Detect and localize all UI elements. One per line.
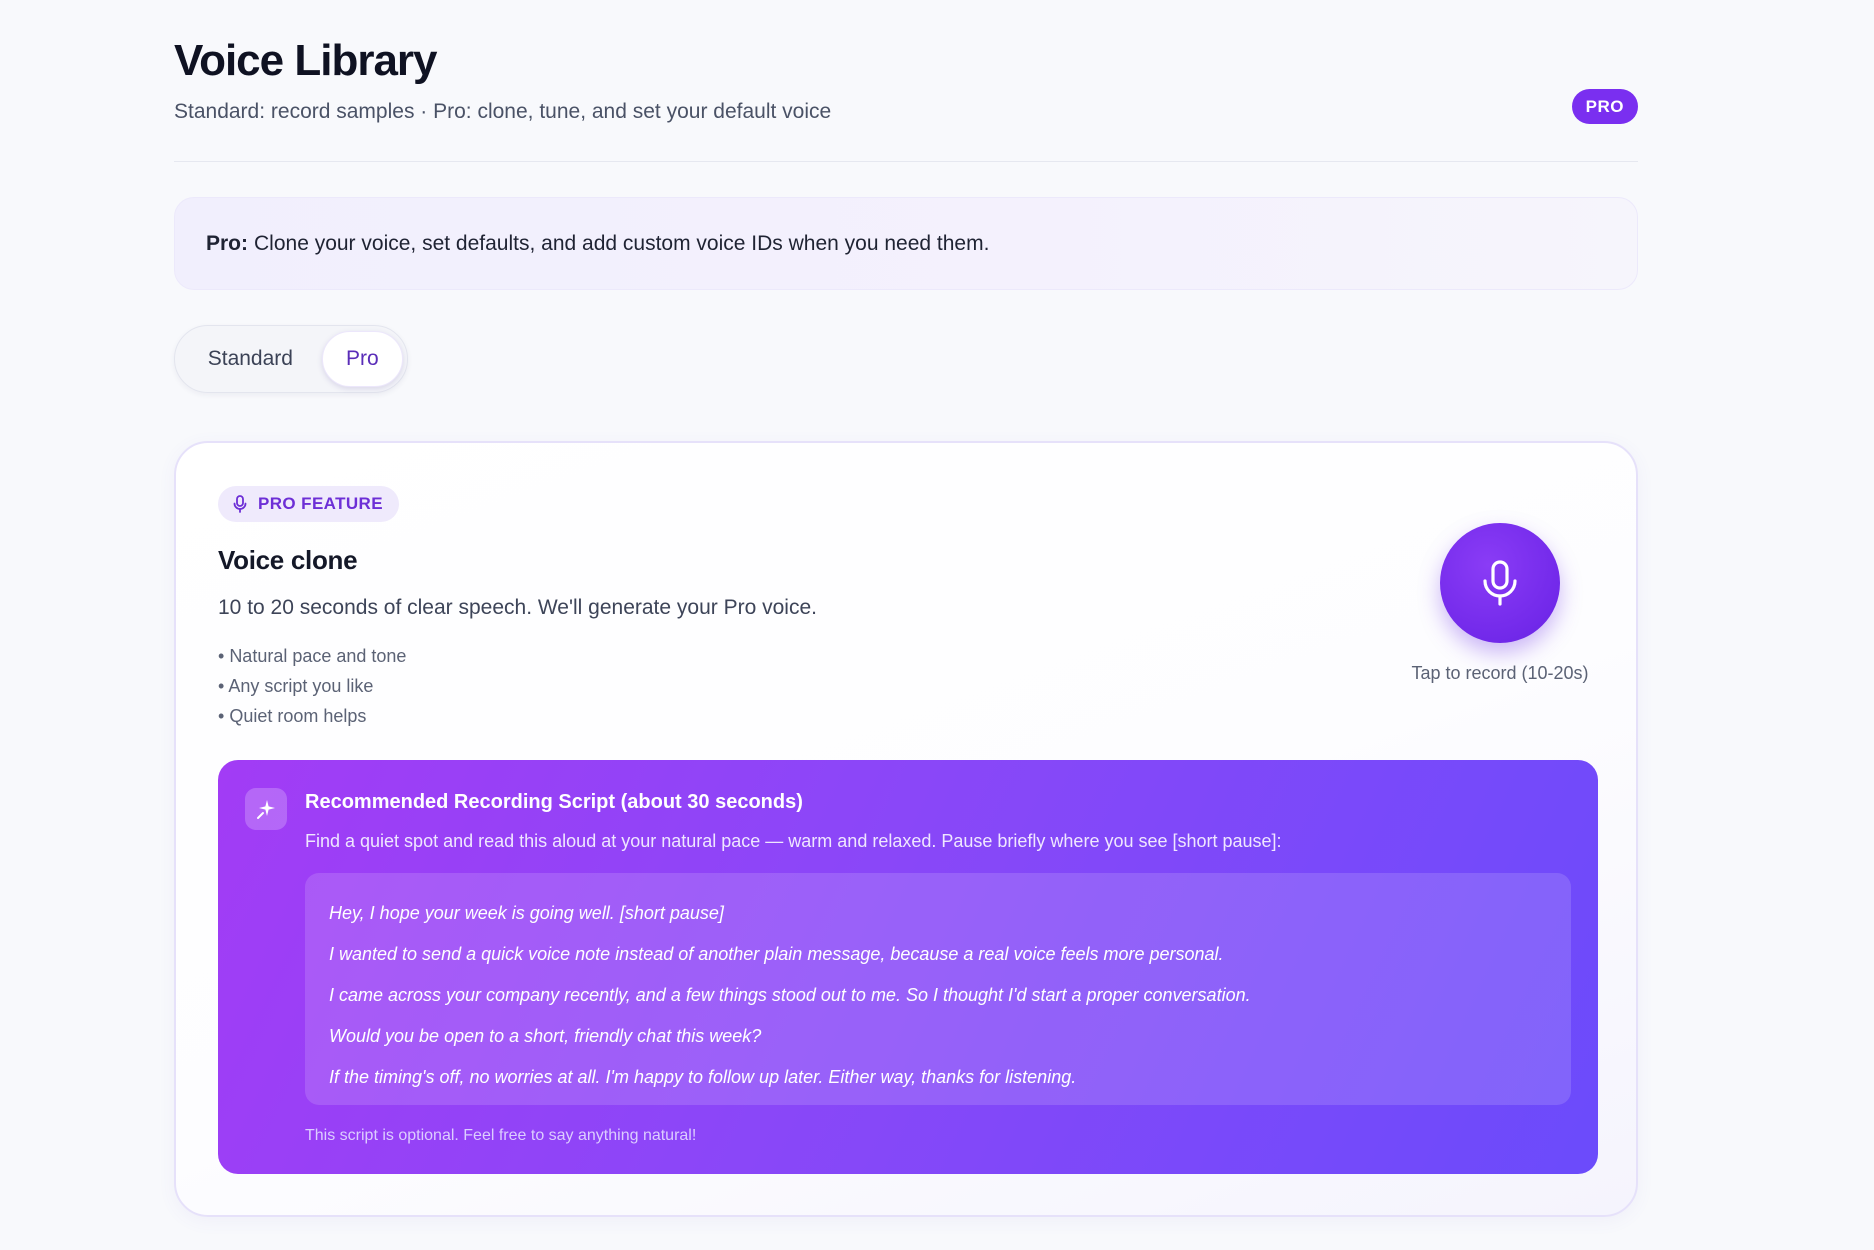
banner-lead: Pro: [206, 231, 248, 255]
voice-clone-title: Voice clone [218, 545, 358, 575]
tab-standard[interactable]: Standard [179, 331, 322, 387]
record-caption: Tap to record (10-20s) [1411, 663, 1589, 683]
tier-toggle: Standard Pro [174, 325, 408, 393]
banner-text: Clone your voice, set defaults, and add … [254, 231, 990, 255]
pro-info-banner: Pro: Clone your voice, set defaults, and… [174, 197, 1638, 290]
script-line: I wanted to send a quick voice note inst… [329, 944, 1224, 964]
recording-script-panel: Recommended Recording Script (about 30 s… [218, 760, 1598, 1174]
page-header: Voice Library Standard: record samples ·… [174, 0, 1638, 162]
script-instructions: Find a quiet spot and read this aloud at… [305, 831, 1282, 851]
script-line: If the timing's off, no worries at all. … [329, 1067, 1077, 1087]
script-line: I came across your company recently, and… [329, 985, 1251, 1005]
microphone-icon [233, 495, 247, 513]
script-line: Would you be open to a short, friendly c… [329, 1026, 762, 1046]
script-title: Recommended Recording Script (about 30 s… [305, 791, 803, 813]
pro-feature-badge: PRO FEATURE [218, 486, 399, 522]
record-button[interactable] [1440, 523, 1560, 643]
voice-library-page: Voice Library Standard: record samples ·… [174, 0, 1638, 1217]
voice-clone-description: 10 to 20 seconds of clear speech. We'll … [218, 596, 817, 619]
script-line: Hey, I hope your week is going well. [sh… [329, 903, 724, 923]
page-title: Voice Library [174, 36, 438, 85]
tip-item: Quiet room helps [218, 701, 406, 731]
tab-pro[interactable]: Pro [321, 331, 403, 387]
tip-item: Natural pace and tone [218, 641, 406, 671]
page-subtitle: Standard: record samples · Pro: clone, t… [174, 100, 832, 123]
microphone-icon [1483, 560, 1517, 606]
script-optional-note: This script is optional. Feel free to sa… [305, 1127, 697, 1144]
sparkle-icon [245, 788, 287, 830]
pro-plan-badge: PRO [1571, 89, 1638, 124]
pro-feature-label: PRO FEATURE [258, 494, 383, 513]
recording-tips: Natural pace and tone Any script you lik… [218, 641, 406, 731]
voice-clone-card: PRO FEATURE Voice clone 10 to 20 seconds… [174, 441, 1638, 1217]
script-text-box: Hey, I hope your week is going well. [sh… [305, 873, 1571, 1105]
tip-item: Any script you like [218, 671, 406, 701]
